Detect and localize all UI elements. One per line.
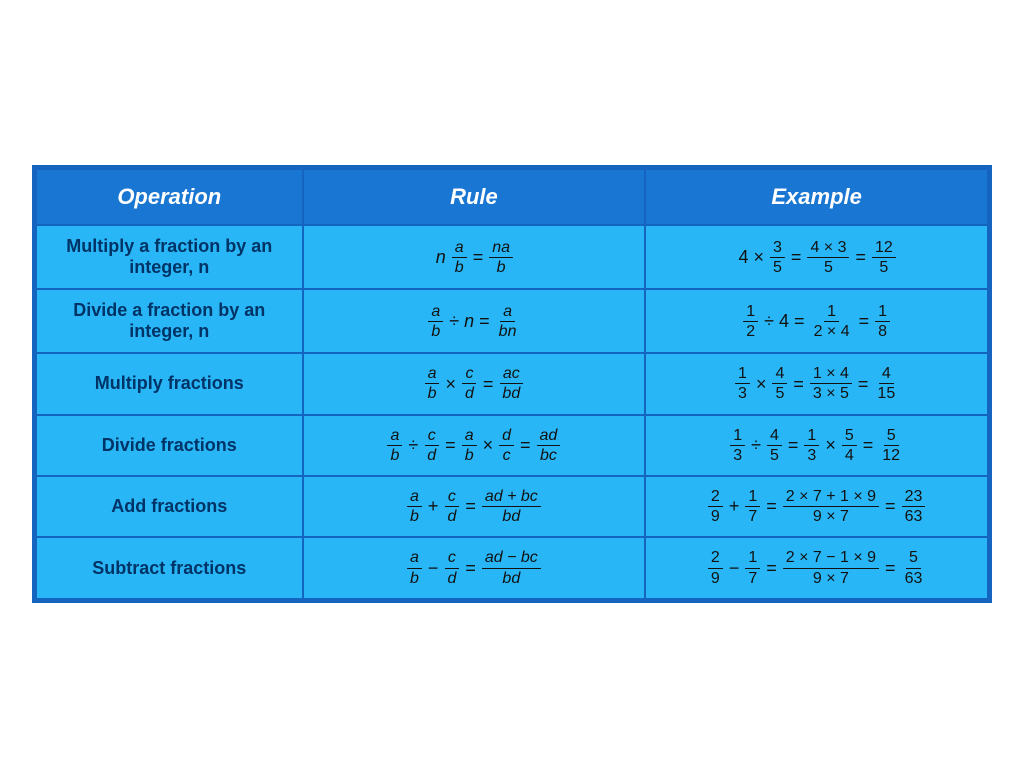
example-add-fractions: 2 9 + 1 7 = 2 × 7 + 1 × 9 9 × 7 <box>645 476 988 537</box>
example-divide-integer: 1 2 ÷ 4 = 1 2 × 4 = 1 8 <box>645 289 988 353</box>
op-add-fractions: Add fractions <box>36 476 303 537</box>
op-divide-fractions: Divide fractions <box>36 415 303 476</box>
table-row: Multiply a fraction by an integer, n n a… <box>36 225 988 289</box>
rule-divide-integer: a b ÷ n = a bn <box>303 289 646 353</box>
rule-add-fractions: a b + c d = ad + bc bd <box>303 476 646 537</box>
example-multiply-integer: 4 × 3 5 = 4 × 3 5 = 12 5 <box>645 225 988 289</box>
op-divide-integer: Divide a fraction by an integer, n <box>36 289 303 353</box>
header-example: Example <box>645 169 988 225</box>
op-subtract-fractions: Subtract fractions <box>36 537 303 598</box>
rule-multiply-fractions: a b × c d = ac bd <box>303 353 646 414</box>
rule-multiply-integer: n a b = na b <box>303 225 646 289</box>
main-table: Operation Rule Example Multiply a fracti… <box>32 165 992 603</box>
example-subtract-fractions: 2 9 − 1 7 = 2 × 7 − 1 × 9 9 × 7 <box>645 537 988 598</box>
rule-subtract-fractions: a b − c d = ad − bc bd <box>303 537 646 598</box>
example-divide-fractions: 1 3 ÷ 4 5 = 1 3 × <box>645 415 988 476</box>
rule-divide-fractions: a b ÷ c d = a b × <box>303 415 646 476</box>
table-row: Divide a fraction by an integer, n a b ÷… <box>36 289 988 353</box>
header-rule: Rule <box>303 169 646 225</box>
table-row: Multiply fractions a b × c d = <box>36 353 988 414</box>
op-multiply-integer: Multiply a fraction by an integer, n <box>36 225 303 289</box>
op-multiply-fractions: Multiply fractions <box>36 353 303 414</box>
table-row: Divide fractions a b ÷ c d = <box>36 415 988 476</box>
example-multiply-fractions: 1 3 × 4 5 = 1 × 4 3 × 5 = <box>645 353 988 414</box>
table-row: Add fractions a b + c d = <box>36 476 988 537</box>
header-operation: Operation <box>36 169 303 225</box>
table-row: Subtract fractions a b − c d = <box>36 537 988 598</box>
